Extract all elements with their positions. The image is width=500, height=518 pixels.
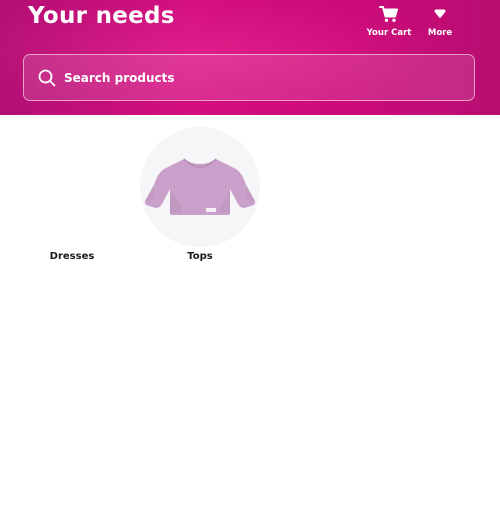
more-label: More (427, 28, 453, 38)
cart-icon (379, 4, 399, 23)
category-tops-label: Tops (187, 251, 213, 262)
search-icon (37, 68, 57, 88)
category-dresses[interactable]: Dresses (12, 127, 132, 272)
chevron-down-icon (433, 4, 447, 23)
category-tops-image (140, 127, 260, 247)
your-cart-label: Your Cart (366, 28, 412, 38)
category-list: Dresses Tops (0, 127, 500, 277)
more-button[interactable]: More (417, 4, 463, 38)
category-tops[interactable]: Tops (140, 127, 260, 272)
long-sleeve-top-image (140, 127, 260, 247)
search-bar[interactable] (23, 54, 475, 101)
category-dresses-image (12, 127, 132, 247)
search-input[interactable] (64, 55, 464, 100)
app-header: Your needs Your Cart More (0, 0, 500, 115)
your-cart-button[interactable]: Your Cart (366, 4, 412, 38)
category-dresses-label: Dresses (49, 251, 95, 262)
page-title: Your needs (28, 3, 175, 29)
